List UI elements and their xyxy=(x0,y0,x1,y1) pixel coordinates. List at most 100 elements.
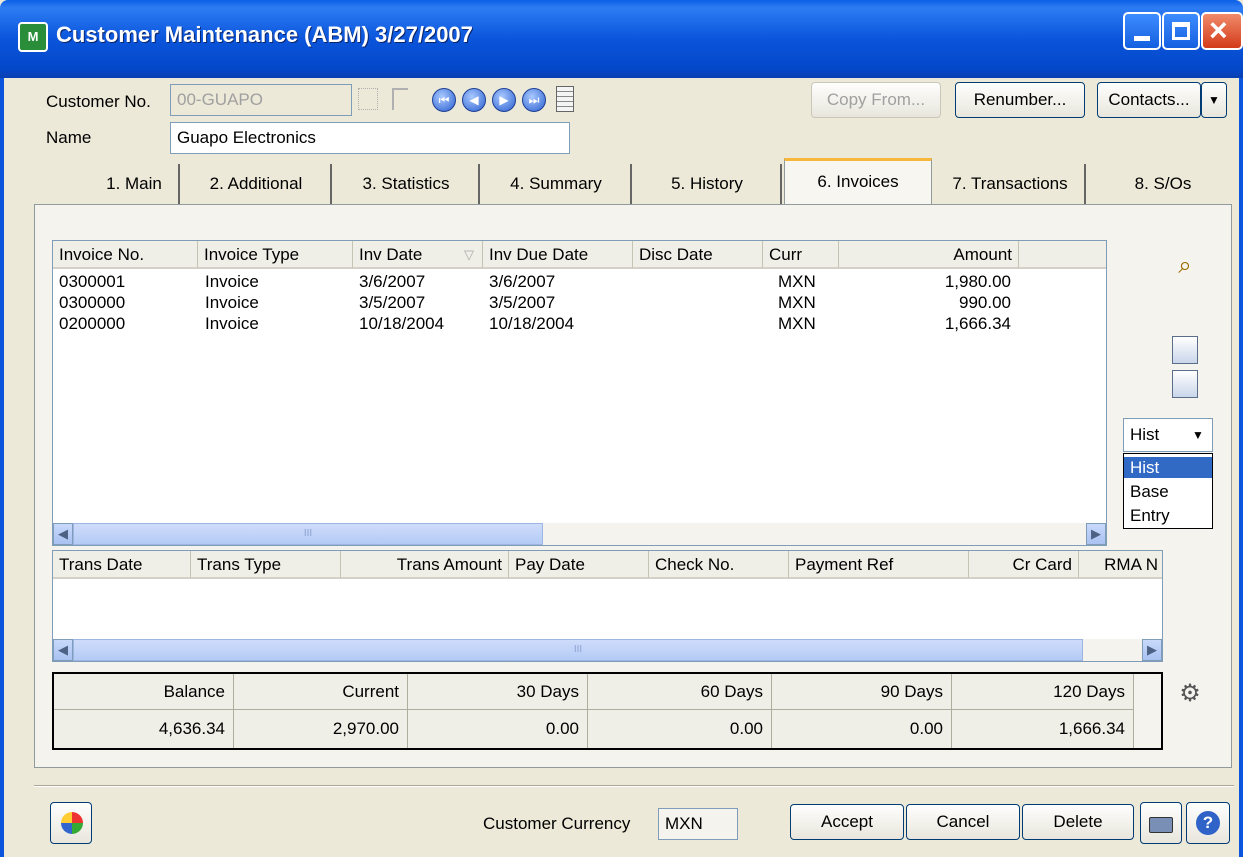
table-cell[interactable]: 0200000 xyxy=(59,313,125,335)
tab-statistics[interactable]: 3. Statistics xyxy=(334,164,480,204)
close-button[interactable]: × xyxy=(1201,12,1243,50)
name-label: Name xyxy=(46,128,92,147)
aging-value: 0.00 xyxy=(408,710,588,748)
previous-record-button[interactable]: ◀ xyxy=(462,88,486,112)
scroll-right-icon[interactable]: ▶ xyxy=(1142,639,1162,661)
tab-transactions[interactable]: 7. Transactions xyxy=(936,164,1086,204)
scroll-left-icon[interactable]: ◀ xyxy=(53,523,73,545)
invoice-grid[interactable]: Invoice No. Invoice Type Inv Date ▽ Inv D… xyxy=(52,240,1107,546)
memo-icon[interactable] xyxy=(556,86,574,112)
column-header[interactable]: Check No. xyxy=(649,551,789,579)
aging-header: Balance xyxy=(54,674,234,710)
column-header[interactable]: Trans Date xyxy=(53,551,191,579)
tab-main[interactable]: 1. Main xyxy=(90,164,180,204)
last-icon: ⏭ xyxy=(528,93,540,107)
view-select[interactable]: Hist ▼ xyxy=(1123,418,1213,452)
view-option-base[interactable]: Base xyxy=(1124,481,1212,502)
name-field[interactable]: Guapo Electronics xyxy=(170,122,570,154)
table-cell[interactable]: Invoice xyxy=(205,313,259,335)
aging-value: 0.00 xyxy=(588,710,772,748)
window-title: Customer Maintenance (ABM) 3/27/2007 xyxy=(56,22,473,47)
invoice-horizontal-scrollbar[interactable]: ◀ III ▶ xyxy=(53,523,1106,545)
chevron-down-icon[interactable]: ▼ xyxy=(1188,425,1208,445)
view-option-hist[interactable]: Hist xyxy=(1124,457,1212,478)
print-button[interactable] xyxy=(1140,802,1182,844)
transactions-horizontal-scrollbar[interactable]: ◀ III ▶ xyxy=(53,639,1162,661)
contacts-dropdown-button[interactable]: ▼ xyxy=(1201,82,1227,118)
column-header[interactable]: Cr Card xyxy=(969,551,1079,579)
column-header[interactable]: Invoice No. xyxy=(53,241,198,269)
view-options-list[interactable]: Hist Base Entry xyxy=(1123,453,1213,529)
customer-no-field[interactable]: 00-GUAPO xyxy=(170,84,352,116)
table-cell[interactable]: 3/5/2007 xyxy=(359,292,425,314)
table-cell[interactable]: 3/6/2007 xyxy=(489,271,555,293)
aging-value: 1,666.34 xyxy=(952,710,1134,748)
help-button[interactable]: ? xyxy=(1186,802,1230,844)
column-header[interactable]: Disc Date xyxy=(633,241,763,269)
last-record-button[interactable]: ⏭ xyxy=(522,88,546,112)
aging-summary: Balance Current 30 Days 60 Days 90 Days … xyxy=(52,672,1163,750)
column-header[interactable]: RMA N xyxy=(1079,551,1162,579)
footer-divider xyxy=(34,785,1234,787)
transactions-grid[interactable]: Trans Date Trans Type Trans Amount Pay D… xyxy=(52,550,1163,662)
table-cell[interactable]: 10/18/2004 xyxy=(359,313,444,335)
contacts-button[interactable]: Contacts... xyxy=(1097,82,1201,118)
column-header-blank xyxy=(1019,241,1106,269)
first-record-button[interactable]: ⏮ xyxy=(432,88,456,112)
column-header[interactable]: Trans Type xyxy=(191,551,341,579)
printer-icon xyxy=(1149,817,1173,833)
table-cell[interactable]: 3/6/2007 xyxy=(359,271,425,293)
scroll-thumb[interactable]: III xyxy=(73,639,1083,661)
table-cell[interactable]: Invoice xyxy=(205,292,259,314)
gear-icon[interactable]: ⚙ xyxy=(1176,680,1204,708)
tab-history[interactable]: 5. History xyxy=(634,164,782,204)
next-record-button[interactable]: ▶ xyxy=(492,88,516,112)
table-cell[interactable]: MXN xyxy=(778,271,816,293)
table-cell[interactable]: Invoice xyxy=(205,271,259,293)
table-cell[interactable]: 990.00 xyxy=(839,292,1011,314)
minimize-button[interactable] xyxy=(1123,12,1161,50)
accept-button[interactable]: Accept xyxy=(790,804,904,840)
scroll-left-icon[interactable]: ◀ xyxy=(53,639,73,661)
help-menu-button[interactable] xyxy=(50,802,92,844)
aging-value: 4,636.34 xyxy=(54,710,234,748)
column-header[interactable]: Pay Date xyxy=(509,551,649,579)
view-option-entry[interactable]: Entry xyxy=(1124,505,1212,526)
tab-invoices[interactable]: 6. Invoices xyxy=(784,158,932,206)
binoculars-icon[interactable]: ⌕ xyxy=(1170,252,1200,280)
tab-additional[interactable]: 2. Additional xyxy=(182,164,332,204)
table-cell[interactable]: 1,666.34 xyxy=(839,313,1011,335)
customer-currency-label: Customer Currency xyxy=(483,814,631,833)
cancel-button[interactable]: Cancel xyxy=(906,804,1020,840)
column-header[interactable]: Amount xyxy=(839,241,1019,269)
title-bar[interactable]: M Customer Maintenance (ABM) 3/27/2007 × xyxy=(0,0,1243,78)
print-document-icon[interactable] xyxy=(1172,370,1198,398)
tab-summary[interactable]: 4. Summary xyxy=(482,164,632,204)
column-header[interactable]: Curr xyxy=(763,241,839,269)
table-cell[interactable]: 0300001 xyxy=(59,271,125,293)
new-record-icon[interactable] xyxy=(392,88,408,110)
table-cell[interactable]: 1,980.00 xyxy=(839,271,1011,293)
column-header[interactable]: Invoice Type xyxy=(198,241,353,269)
lookup-icon[interactable] xyxy=(358,88,378,110)
scroll-right-icon[interactable]: ▶ xyxy=(1086,523,1106,545)
table-cell[interactable]: MXN xyxy=(778,313,816,335)
column-header[interactable]: Trans Amount xyxy=(341,551,509,579)
scroll-thumb[interactable]: III xyxy=(73,523,543,545)
table-cell[interactable]: 0300000 xyxy=(59,292,125,314)
customer-no-label: Customer No. xyxy=(46,92,151,111)
print-preview-icon[interactable] xyxy=(1172,336,1198,364)
sort-indicator-icon: ▽ xyxy=(464,247,474,262)
table-cell[interactable]: MXN xyxy=(778,292,816,314)
renumber-button[interactable]: Renumber... xyxy=(955,82,1085,118)
column-header[interactable]: Payment Ref xyxy=(789,551,969,579)
maximize-button[interactable] xyxy=(1162,12,1200,50)
copy-from-button[interactable]: Copy From... xyxy=(811,82,941,118)
colorball-icon xyxy=(61,812,83,834)
delete-button[interactable]: Delete xyxy=(1022,804,1134,840)
column-header[interactable]: Inv Date ▽ xyxy=(353,241,483,269)
table-cell[interactable]: 3/5/2007 xyxy=(489,292,555,314)
table-cell[interactable]: 10/18/2004 xyxy=(489,313,574,335)
tab-sos[interactable]: 8. S/Os xyxy=(1088,164,1238,204)
column-header[interactable]: Inv Due Date xyxy=(483,241,633,269)
